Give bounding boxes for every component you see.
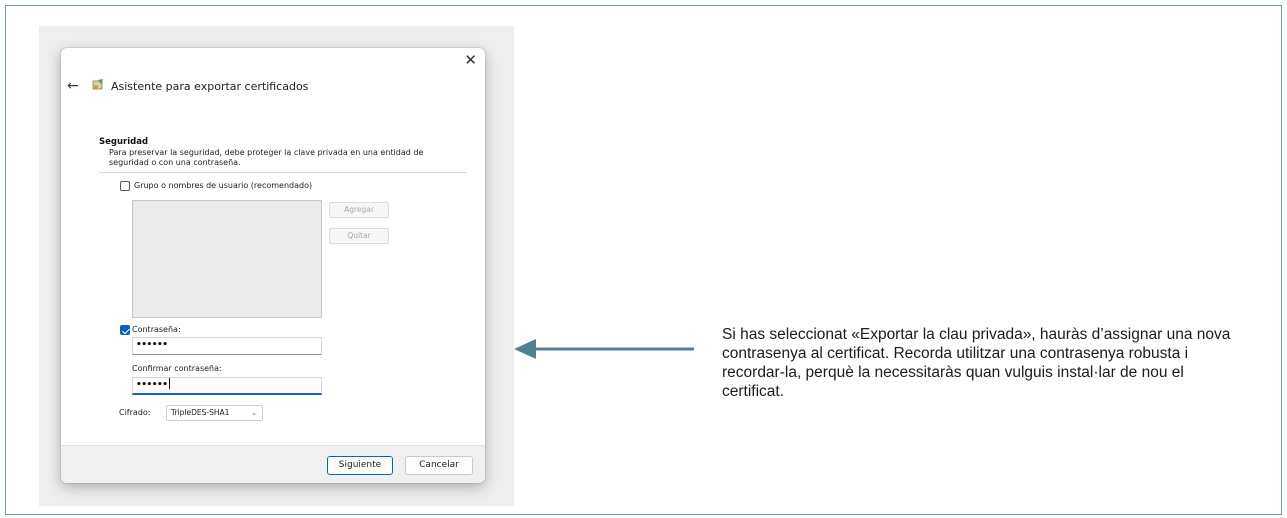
pointer-arrow-icon: [514, 339, 694, 359]
password-checkbox[interactable]: [120, 325, 130, 335]
text-caret: [168, 378, 170, 389]
cancel-button[interactable]: Cancelar: [405, 456, 473, 475]
remove-button[interactable]: Quitar: [329, 228, 389, 244]
encryption-select[interactable]: TripleDES-SHA1 ⌄: [166, 405, 263, 421]
confirm-password-field[interactable]: ••••••: [132, 377, 322, 395]
section-description: Para preservar la seguridad, debe proteg…: [109, 148, 424, 167]
next-button[interactable]: Siguiente: [327, 456, 393, 475]
add-button[interactable]: Agregar: [329, 202, 389, 218]
certificate-wizard-icon: [92, 79, 103, 90]
group-users-label: Grupo o nombres de usuario (recomendado): [134, 181, 313, 190]
confirm-password-value: ••••••: [136, 380, 168, 390]
tutorial-frame: ✕ ← Asistente para exportar certificados…: [5, 5, 1282, 515]
confirm-password-label: Confirmar contraseña:: [132, 364, 222, 373]
divider: [99, 172, 467, 173]
wizard-title: Asistente para exportar certificados: [111, 80, 309, 93]
encryption-label: Cifrado:: [119, 408, 151, 417]
encryption-selected: TripleDES-SHA1: [171, 408, 230, 417]
chevron-down-icon: ⌄: [251, 409, 257, 417]
export-certificate-wizard-dialog: ✕ ← Asistente para exportar certificados…: [61, 48, 485, 483]
close-icon[interactable]: ✕: [464, 52, 477, 68]
group-users-checkbox[interactable]: [120, 181, 130, 191]
password-value: ••••••: [136, 340, 168, 350]
section-heading: Seguridad: [99, 137, 149, 147]
users-list-box[interactable]: [132, 200, 322, 318]
password-label: Contraseña:: [132, 325, 181, 334]
password-field[interactable]: ••••••: [132, 337, 322, 355]
annotation-text: Si has seleccionat «Exportar la clau pri…: [722, 326, 1231, 400]
dialog-footer: Siguiente Cancelar: [61, 445, 485, 483]
back-arrow-icon[interactable]: ←: [67, 78, 79, 94]
